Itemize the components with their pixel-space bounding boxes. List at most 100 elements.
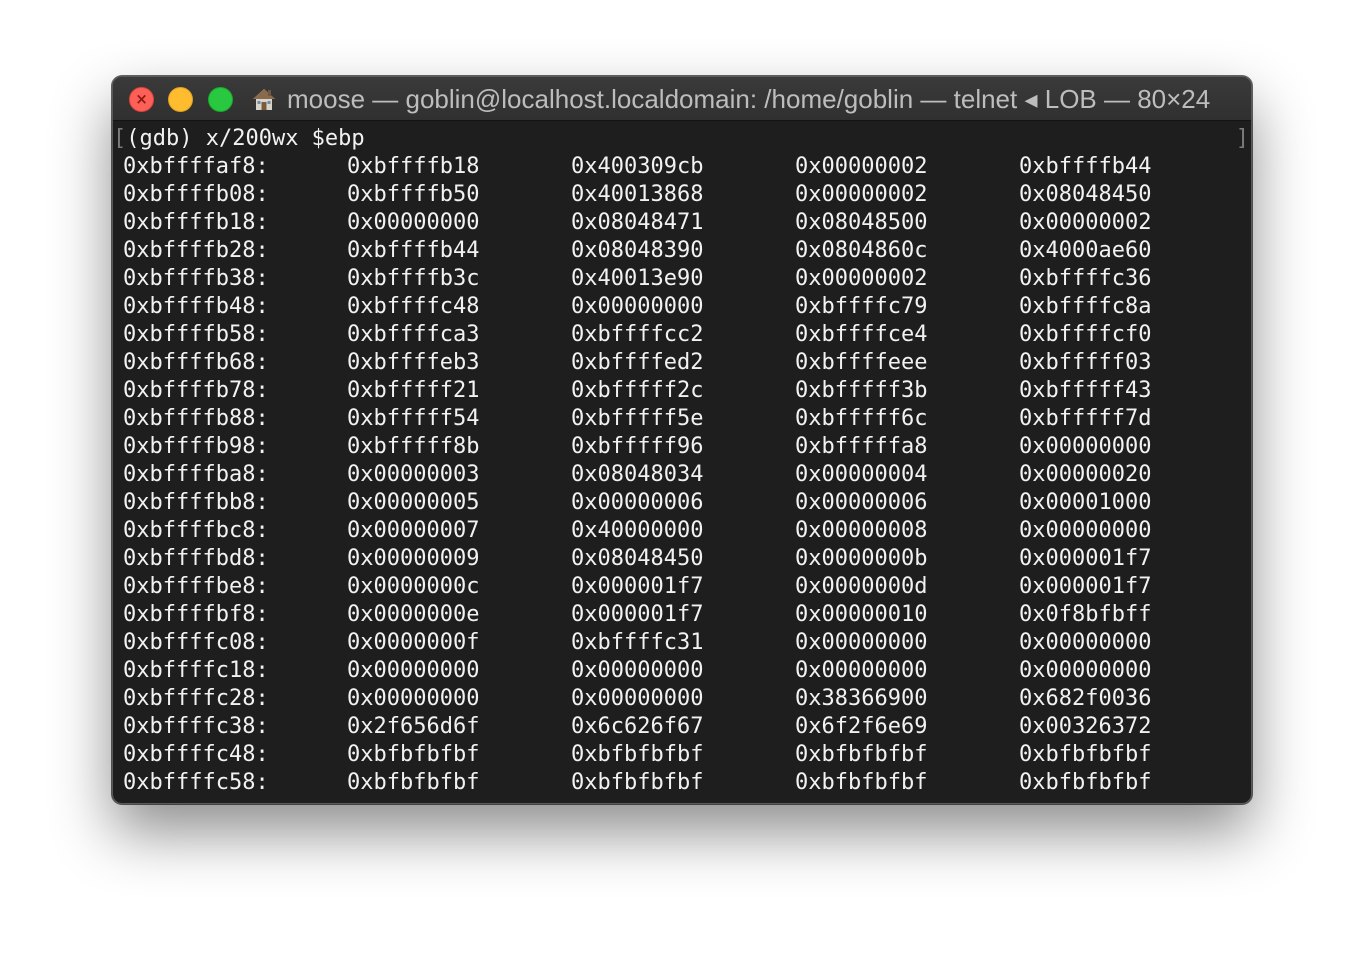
memory-word: 0x682f0036 [1019,686,1152,711]
terminal-content[interactable]: [(gdb) x/200wx $ebp ] 0xbffffaf8: 0xbffff… [113,121,1251,803]
memory-word: 0xbffffed2 [571,350,704,375]
memory-word: 0xbffffb50 [347,182,480,207]
close-button[interactable]: × [129,87,154,112]
memory-word: 0xbffffb3c [347,266,480,291]
memory-word: 0xbfffff6c [795,406,928,431]
memory-row: 0xbffffb48: 0xbffffc48 0x00000000 0xbffffc7… [123,293,1243,321]
memory-word: 0xbfbfbfbf [571,770,704,795]
memory-word: 0x000001f7 [571,574,704,599]
memory-row: 0xbffffbb8: 0x00000005 0x00000006 0x0000000… [123,489,1243,517]
memory-word: 0x0000000f [347,630,480,655]
memory-word: 0x0000000c [347,574,480,599]
memory-address: 0xbffffbd8: [123,546,269,571]
memory-word: 0x40013868 [571,182,704,207]
memory-word: 0xbffffcf0 [1019,322,1152,347]
memory-word: 0xbfbfbfbf [795,770,928,795]
memory-row: 0xbffffc48: 0xbfbfbfbf 0xbfbfbfbf 0xbfbfbfb… [123,741,1243,769]
memory-word: 0xbffffc36 [1019,266,1152,291]
memory-word: 0xbffffc8a [1019,294,1152,319]
memory-word: 0xbffffc48 [347,294,480,319]
memory-row: 0xbffffb88: 0xbfffff54 0xbfffff5e 0xbfffff6… [123,405,1243,433]
gdb-command-line: [(gdb) x/200wx $ebp [113,125,365,153]
memory-word: 0xbfffff43 [1019,378,1152,403]
memory-dump: 0xbffffaf8: 0xbffffb18 0x400309cb 0x0000000… [123,153,1243,797]
memory-row: 0xbffffc58: 0xbfbfbfbf 0xbfbfbfbf 0xbfbfbfb… [123,769,1243,797]
memory-row: 0xbffffb18: 0x00000000 0x08048471 0x0804850… [123,209,1243,237]
memory-word: 0x00000006 [795,490,928,515]
memory-address: 0xbffffc18: [123,658,269,683]
memory-word: 0xbffffeee [795,350,928,375]
memory-row: 0xbffffb28: 0xbffffb44 0x08048390 0x0804860… [123,237,1243,265]
memory-word: 0xbfffff5e [571,406,704,431]
memory-address: 0xbffffaf8: [123,154,269,179]
memory-word: 0xbfbfbfbf [1019,770,1152,795]
memory-row: 0xbffffbf8: 0x0000000e 0x000001f7 0x0000001… [123,601,1243,629]
memory-word: 0xbffffb44 [1019,154,1152,179]
memory-row: 0xbffffb98: 0xbfffff8b 0xbfffff96 0xbfffffa… [123,433,1243,461]
memory-word: 0x08048034 [571,462,704,487]
memory-word: 0xbfbfbfbf [795,742,928,767]
memory-word: 0x00326372 [1019,714,1152,739]
memory-word: 0x4000ae60 [1019,238,1152,263]
memory-row: 0xbffffba8: 0x00000003 0x08048034 0x0000000… [123,461,1243,489]
memory-address: 0xbffffb68: [123,350,269,375]
memory-address: 0xbffffb08: [123,182,269,207]
memory-word: 0x2f656d6f [347,714,480,739]
memory-word: 0x000001f7 [1019,546,1152,571]
memory-word: 0x08048500 [795,210,928,235]
zoom-button[interactable] [208,87,233,112]
memory-word: 0x00000002 [795,266,928,291]
memory-word: 0xbfbfbfbf [347,770,480,795]
memory-row: 0xbffffc28: 0x00000000 0x00000000 0x3836690… [123,685,1243,713]
memory-word: 0x6c626f67 [571,714,704,739]
close-icon: × [135,90,148,108]
memory-word: 0x00000000 [795,658,928,683]
memory-word: 0x00000020 [1019,462,1152,487]
memory-word: 0x0f8bfbff [1019,602,1152,627]
memory-word: 0xbffffce4 [795,322,928,347]
memory-word: 0x08048471 [571,210,704,235]
memory-word: 0x6f2f6e69 [795,714,928,739]
memory-word: 0xbffffc31 [571,630,704,655]
memory-word: 0xbfffff54 [347,406,480,431]
memory-word: 0xbfffff7d [1019,406,1152,431]
memory-word: 0x08048390 [571,238,704,263]
memory-word: 0xbfffff2c [571,378,704,403]
memory-word: 0x00000009 [347,546,480,571]
memory-word: 0x08048450 [571,546,704,571]
memory-address: 0xbffffc58: [123,770,269,795]
memory-word: 0x0000000b [795,546,928,571]
memory-word: 0x00000000 [1019,630,1152,655]
memory-word: 0xbfffff21 [347,378,480,403]
memory-word: 0xbffffcc2 [571,322,704,347]
selection-bracket-open: [ [113,126,127,151]
memory-word: 0xbfffffa8 [795,434,928,459]
memory-word: 0x00000002 [1019,210,1152,235]
memory-address: 0xbffffb28: [123,238,269,263]
memory-word: 0x08048450 [1019,182,1152,207]
memory-address: 0xbffffbe8: [123,574,269,599]
memory-word: 0xbffffeb3 [347,350,480,375]
memory-word: 0x000001f7 [571,602,704,627]
memory-word: 0xbfffff03 [1019,350,1152,375]
minimize-button[interactable] [168,87,193,112]
memory-address: 0xbffffba8: [123,462,269,487]
memory-address: 0xbffffbb8: [123,490,269,515]
memory-word: 0x00000000 [571,294,704,319]
memory-address: 0xbffffbf8: [123,602,269,627]
memory-row: 0xbffffb58: 0xbffffca3 0xbffffcc2 0xbffffce… [123,321,1243,349]
memory-word: 0x0804860c [795,238,928,263]
memory-word: 0xbfbfbfbf [347,742,480,767]
title-bar[interactable]: × moose — goblin@localhost.localdomain: … [113,77,1251,121]
memory-word: 0x00000008 [795,518,928,543]
window-title-area: moose — goblin@localhost.localdomain: /h… [251,77,1210,121]
memory-address: 0xbffffb78: [123,378,269,403]
memory-word: 0xbfffff96 [571,434,704,459]
memory-row: 0xbffffb68: 0xbffffeb3 0xbffffed2 0xbffffee… [123,349,1243,377]
memory-word: 0x00000002 [795,154,928,179]
memory-word: 0x38366900 [795,686,928,711]
gdb-command: (gdb) x/200wx $ebp [126,126,365,151]
memory-word: 0xbfbfbfbf [571,742,704,767]
memory-word: 0x00000002 [795,182,928,207]
memory-word: 0x00000000 [1019,518,1152,543]
